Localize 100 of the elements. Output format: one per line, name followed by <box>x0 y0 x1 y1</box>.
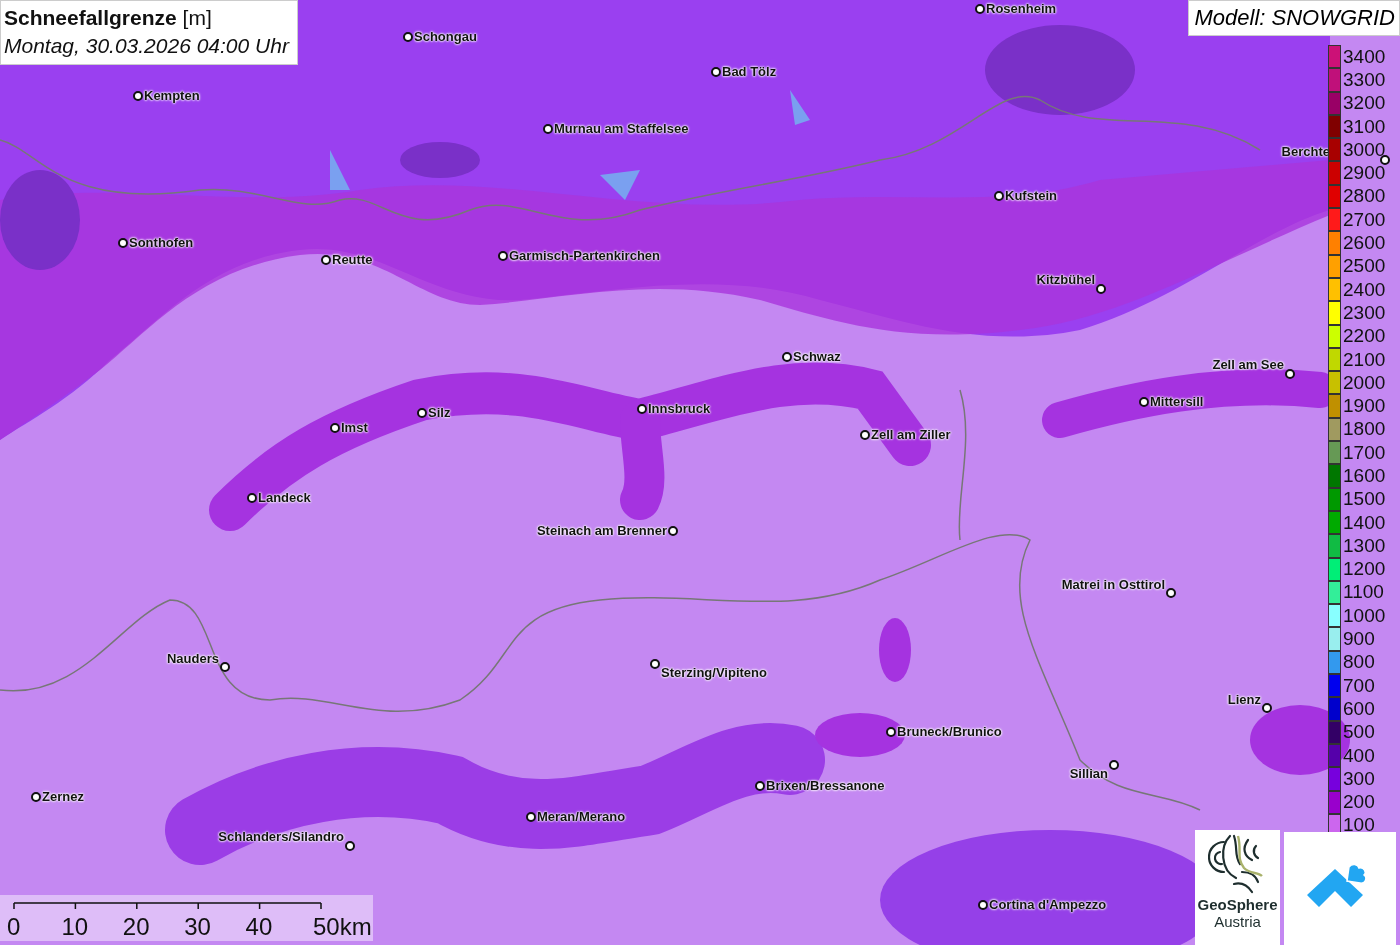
city-label: Bruneck/Brunico <box>897 724 1002 739</box>
city-label: Schwaz <box>793 349 841 364</box>
city-label: Murnau am Staffelsee <box>554 121 689 136</box>
city-marker-icon <box>1139 397 1149 407</box>
city-marker-icon <box>345 841 355 851</box>
legend-label: 2500 <box>1343 255 1386 278</box>
legend-label: 1100 <box>1343 581 1384 604</box>
city-label: Schongau <box>414 29 477 44</box>
city-label: Silz <box>428 405 451 420</box>
city-label: Bad Tölz <box>722 64 777 79</box>
scale-label: 50km <box>313 913 372 941</box>
city-marker-icon <box>975 4 985 14</box>
legend-label: 1300 <box>1343 534 1386 557</box>
city-label: Nauders <box>166 651 219 666</box>
city-label: Matrei in Osttirol <box>1061 577 1165 592</box>
city-label: Schlanders/Silandro <box>218 829 344 844</box>
city-label: Landeck <box>258 490 311 505</box>
city-label: Zell am Ziller <box>871 427 951 442</box>
legend-label: 600 <box>1343 697 1375 720</box>
scale-label: 0 <box>7 913 21 941</box>
legend-label: 1800 <box>1343 418 1386 441</box>
legend-label: 3100 <box>1343 115 1386 138</box>
legend-label: 3400 <box>1343 45 1386 68</box>
city-marker-icon <box>118 238 128 248</box>
city-label: Reutte <box>332 252 373 267</box>
city-marker-icon <box>526 812 536 822</box>
city-marker-icon <box>1285 369 1295 379</box>
legend-label: 2100 <box>1343 348 1386 371</box>
forecast-datetime: Montag, 30.03.2026 04:00 Uhr <box>4 33 289 59</box>
city-marker-icon <box>1109 760 1119 770</box>
scale-ruler-icon <box>13 902 322 910</box>
city-marker-icon <box>220 662 230 672</box>
legend-label: 500 <box>1343 721 1375 744</box>
legend-label: 1500 <box>1343 488 1386 511</box>
city-marker-icon <box>978 900 988 910</box>
logo-text: GeoSphere <box>1197 896 1278 913</box>
legend-label: 300 <box>1343 767 1375 790</box>
legend-label: 2900 <box>1343 162 1386 185</box>
scale-label: 10 <box>61 913 89 941</box>
scale-label: 20 <box>122 913 150 941</box>
city-label: Cortina d'Ampezzo <box>989 897 1107 912</box>
city-label: Kitzbühel <box>1036 272 1095 287</box>
city-label: Kempten <box>144 88 200 103</box>
city-marker-icon <box>403 32 413 42</box>
legend-label: 2700 <box>1343 208 1386 231</box>
city-marker-icon <box>31 792 41 802</box>
legend-label: 3200 <box>1343 92 1386 115</box>
city-marker-icon <box>755 781 765 791</box>
city-marker-icon <box>668 526 678 536</box>
city-marker-icon <box>247 493 257 503</box>
city-marker-icon <box>711 67 721 77</box>
legend-label: 1700 <box>1343 441 1386 464</box>
legend-label: 800 <box>1343 651 1375 674</box>
legend-label: 1000 <box>1343 604 1386 627</box>
city-label: Berchte <box>1281 144 1330 159</box>
city-label: Rosenheim <box>986 1 1057 16</box>
city-label: Brixen/Bressanone <box>766 778 885 793</box>
city-marker-icon <box>133 91 143 101</box>
city-marker-icon <box>782 352 792 362</box>
legend-label: 2600 <box>1343 232 1386 254</box>
city-marker-icon <box>637 404 647 414</box>
city-marker-icon <box>543 124 553 134</box>
legend-label: 1400 <box>1343 511 1386 534</box>
map-title: Schneefallgrenze [m] <box>4 5 213 31</box>
city-marker-icon <box>417 408 427 418</box>
city-label: Sonthofen <box>129 235 194 250</box>
logo-text: Austria <box>1214 913 1261 930</box>
legend-label: 3300 <box>1343 68 1386 91</box>
legend-label: 3000 <box>1343 138 1386 161</box>
city-label: Zell am See <box>1212 357 1284 372</box>
scale-label: 30 <box>184 913 211 941</box>
legend-label: 2300 <box>1343 301 1386 324</box>
city-label: Lienz <box>1227 692 1261 707</box>
legend-label: 2800 <box>1343 185 1386 208</box>
city-marker-icon <box>1166 588 1176 598</box>
legend-label: 100 <box>1343 814 1375 837</box>
legend-label: 1200 <box>1343 558 1386 581</box>
city-label: Innsbruck <box>648 401 711 416</box>
city-marker-icon <box>860 430 870 440</box>
city-label: Imst <box>341 420 368 435</box>
legend-label: 700 <box>1343 674 1375 697</box>
city-marker-icon <box>330 423 340 433</box>
city-marker-icon <box>1096 284 1106 294</box>
legend-label: 2400 <box>1343 278 1386 301</box>
city-marker-icon <box>886 727 896 737</box>
city-label: Sterzing/Vipiteno <box>661 665 767 680</box>
city-marker-icon <box>321 255 331 265</box>
scale-label: 40 <box>245 913 273 941</box>
city-marker-icon <box>650 659 660 669</box>
legend-label: 900 <box>1343 628 1375 651</box>
legend-label: 1900 <box>1343 395 1386 418</box>
city-label: Meran/Merano <box>537 809 626 824</box>
legend-label: 2000 <box>1343 371 1386 394</box>
legend-label: 200 <box>1343 791 1375 814</box>
legend-label: 2200 <box>1343 325 1386 348</box>
city-marker-icon <box>498 251 508 261</box>
city-label: Zernez <box>42 789 84 804</box>
legend-label: 400 <box>1343 744 1375 767</box>
city-label: Kufstein <box>1005 188 1057 203</box>
city-label: Mittersill <box>1150 394 1204 409</box>
